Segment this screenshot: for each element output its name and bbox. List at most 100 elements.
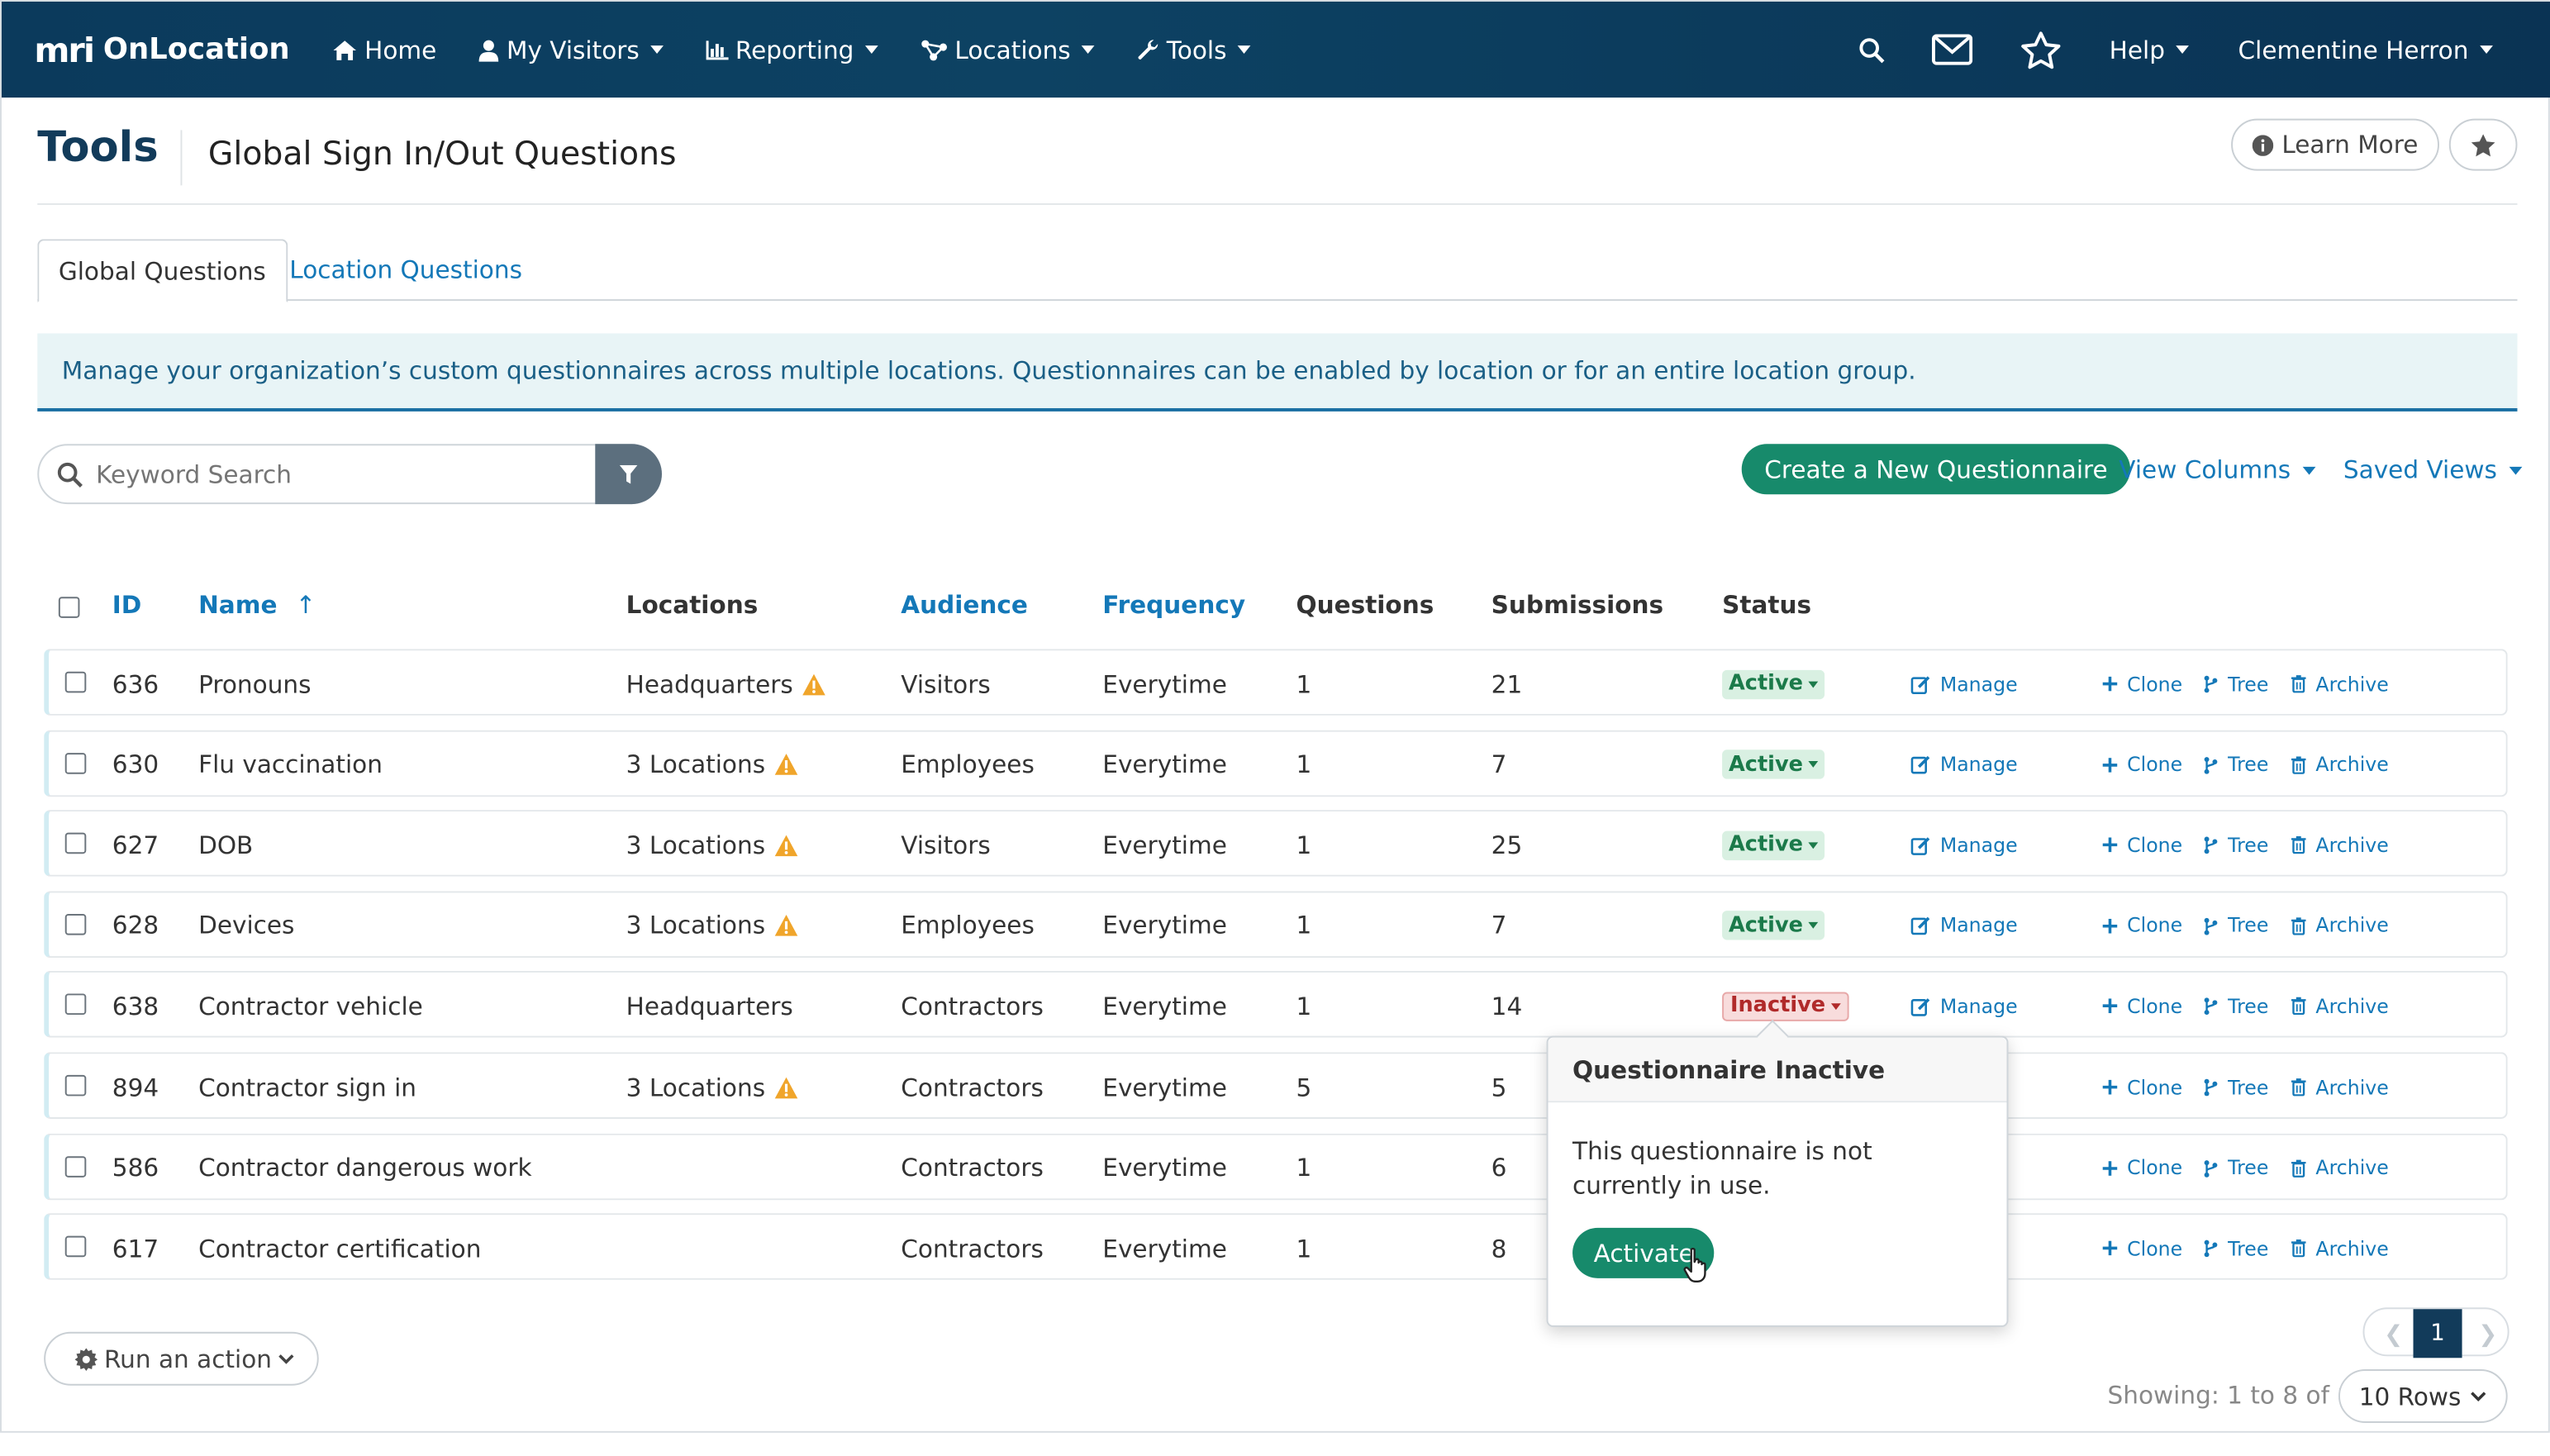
nav-item-reporting[interactable]: Reporting [706, 2, 878, 98]
clone-link[interactable]: Clone [2102, 811, 2182, 878]
manage-link[interactable]: Manage [1910, 650, 2018, 717]
app-page: mri OnLocation Home My Visitors Reportin… [0, 0, 2550, 1433]
archive-link[interactable]: Archive [2291, 1215, 2389, 1282]
manage-link[interactable]: Manage [1910, 811, 2018, 878]
row-checkbox[interactable] [64, 671, 87, 693]
clone-link[interactable]: Clone [2102, 731, 2183, 798]
clone-label: Clone [2127, 672, 2183, 696]
archive-link[interactable]: Archive [2291, 731, 2389, 798]
tree-link[interactable]: Tree [2204, 811, 2268, 878]
status-label: Active [1728, 671, 1803, 697]
tree-link[interactable]: Tree [2204, 1135, 2268, 1201]
cell-id: 894 [112, 1072, 159, 1102]
row-checkbox[interactable] [64, 752, 87, 773]
archive-label: Archive [2315, 995, 2389, 1018]
row-checkbox[interactable] [64, 1236, 87, 1258]
row-checkbox[interactable] [64, 1155, 87, 1178]
nav-favorites-button[interactable] [2020, 30, 2062, 69]
nav-help[interactable]: Help [2110, 2, 2190, 98]
prev-page-icon[interactable]: ❮ [2384, 1322, 2403, 1348]
archive-link[interactable]: Archive [2291, 650, 2389, 717]
keyword-search-input[interactable] [96, 459, 568, 489]
nav-user-menu[interactable]: Clementine Herron [2238, 2, 2493, 98]
row-checkbox[interactable] [64, 1074, 87, 1097]
clone-link[interactable]: Clone [2102, 650, 2183, 717]
nav-messages-button[interactable] [1932, 34, 1973, 65]
filter-button[interactable] [595, 444, 662, 505]
tree-link[interactable]: Tree [2204, 1215, 2268, 1282]
nav-item-tools[interactable]: Tools [1137, 2, 1252, 98]
trash-icon [2291, 916, 2311, 935]
clone-link[interactable]: Clone [2102, 1135, 2182, 1201]
cell-status: Active [1722, 811, 1824, 878]
info-icon [2252, 134, 2274, 155]
cell-submissions: 6 [1491, 1153, 1507, 1182]
tab-location-questions[interactable]: Location Questions [270, 239, 542, 301]
archive-link[interactable]: Archive [2291, 1135, 2389, 1201]
column-header-locations: Locations [626, 590, 759, 620]
clone-label: Clone [2127, 753, 2183, 776]
saved-views-dropdown[interactable]: Saved Views [2343, 455, 2522, 484]
view-columns-dropdown[interactable]: View Columns [2119, 455, 2315, 484]
row-checkbox[interactable] [64, 994, 87, 1016]
cell-locations: 3 Locations [626, 1054, 798, 1121]
column-header-frequency[interactable]: Frequency [1102, 590, 1245, 619]
column-header-status: Status [1722, 590, 1812, 620]
row-checkbox[interactable] [64, 913, 87, 935]
table-row: 628 Devices 3 Locations Employees Everytime 1… [44, 891, 2508, 958]
tree-link[interactable]: Tree [2204, 731, 2268, 798]
status-badge[interactable]: Active [1722, 749, 1824, 779]
archive-link[interactable]: Archive [2291, 811, 2389, 878]
run-action-button[interactable]: Run an action [44, 1331, 320, 1386]
tab-global-questions[interactable]: Global Questions [37, 239, 288, 303]
nav-item-locations[interactable]: Locations [921, 2, 1096, 98]
cell-id: 617 [112, 1234, 159, 1263]
tree-link[interactable]: Tree [2204, 1054, 2268, 1121]
plus-icon [2102, 999, 2123, 1014]
tree-label: Tree [2228, 672, 2269, 696]
archive-link[interactable]: Archive [2291, 1054, 2389, 1121]
status-badge[interactable]: Active [1722, 911, 1824, 941]
tree-link[interactable]: Tree [2204, 892, 2269, 959]
clone-link[interactable]: Clone [2102, 1054, 2182, 1121]
manage-link[interactable]: Manage [1910, 973, 2018, 1040]
nav-item-home[interactable]: Home [332, 2, 436, 98]
rows-per-page-label: 10 Rows [2358, 1381, 2462, 1411]
tree-label: Tree [2228, 914, 2269, 938]
learn-more-button[interactable]: Learn More [2231, 118, 2439, 171]
section-title: Tools [37, 123, 159, 173]
status-badge[interactable]: Active [1722, 669, 1824, 699]
top-nav: mri OnLocation Home My Visitors Reportin… [1, 1, 2550, 98]
nav-search-button[interactable] [1859, 36, 1885, 63]
status-badge[interactable]: Active [1722, 830, 1824, 860]
search-box [37, 444, 662, 505]
clone-link[interactable]: Clone [2102, 892, 2182, 959]
row-checkbox[interactable] [64, 832, 87, 854]
view-columns-label: View Columns [2119, 455, 2291, 485]
column-header-audience[interactable]: Audience [901, 590, 1028, 619]
favorite-page-button[interactable] [2448, 118, 2518, 171]
select-all-checkbox[interactable] [58, 597, 80, 618]
table-row: 627 DOB 3 Locations Visitors Everytime 1 25 Act… [44, 810, 2508, 878]
rows-per-page-dropdown[interactable]: 10 Rows [2338, 1369, 2508, 1423]
clone-link[interactable]: Clone [2102, 1215, 2182, 1282]
column-header-id[interactable]: ID [112, 590, 142, 619]
status-badge[interactable]: Inactive [1722, 992, 1848, 1021]
cell-questions: 1 [1296, 749, 1312, 779]
plus-icon [2102, 918, 2123, 934]
tree-link[interactable]: Tree [2204, 973, 2268, 1040]
tree-link[interactable]: Tree [2204, 650, 2269, 717]
page-number-current[interactable]: 1 [2413, 1309, 2462, 1358]
manage-link[interactable]: Manage [1910, 731, 2018, 798]
clone-link[interactable]: Clone [2102, 973, 2182, 1040]
create-questionnaire-button[interactable]: Create a New Questionnaire [1741, 444, 2131, 495]
nav-item-my-visitors[interactable]: My Visitors [479, 2, 664, 98]
archive-link[interactable]: Archive [2291, 892, 2389, 959]
column-header-name-label: Name [198, 590, 278, 620]
next-page-icon[interactable]: ❯ [2478, 1322, 2497, 1348]
logo[interactable]: mri OnLocation [34, 30, 289, 69]
column-header-name[interactable]: Name ↑ [198, 590, 316, 619]
manage-link[interactable]: Manage [1910, 892, 2018, 959]
tree-icon [2204, 675, 2224, 693]
archive-link[interactable]: Archive [2291, 973, 2389, 1040]
